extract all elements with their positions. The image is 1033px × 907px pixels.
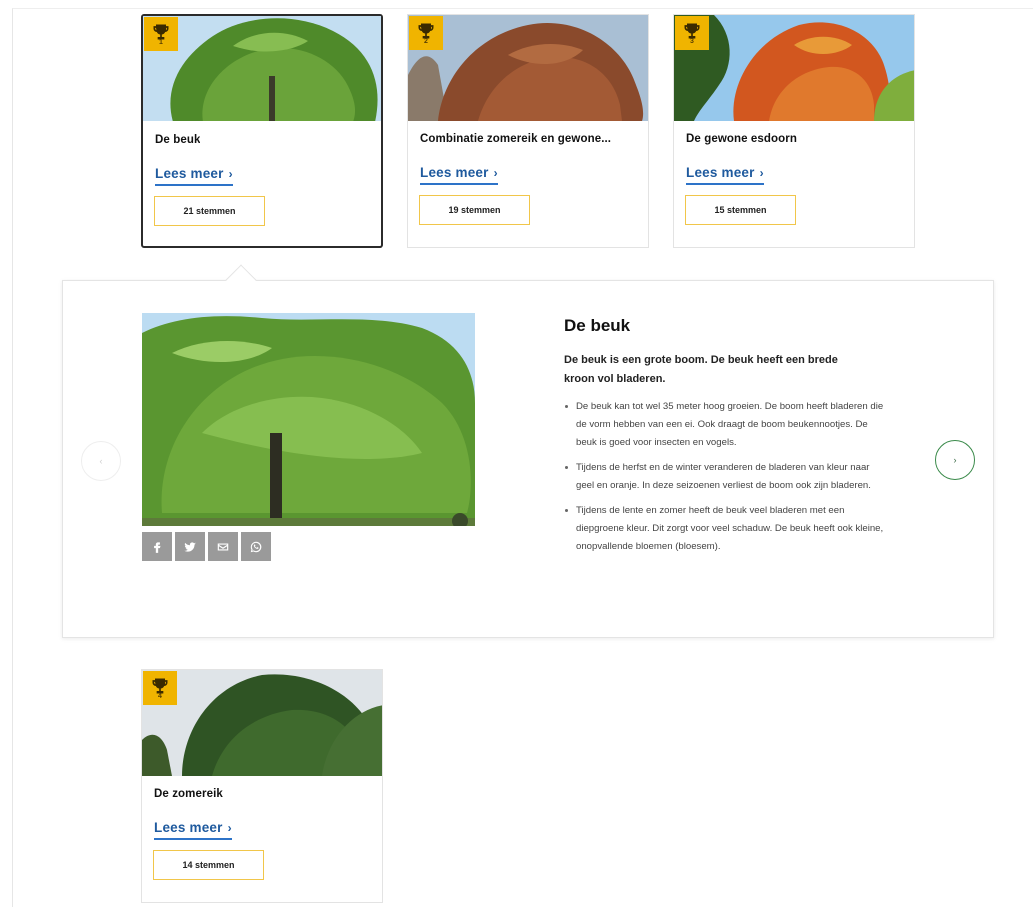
- tree-card-zomereik-combinatie[interactable]: 2 Combinatie zomereik en gewone... Lees …: [407, 14, 649, 248]
- read-more-link[interactable]: Lees meer ›: [155, 166, 233, 186]
- tree-card-gewone-esdoorn[interactable]: 3 De gewone esdoorn Lees meer › 15 stemme…: [673, 14, 915, 248]
- trophy-badge: 3: [675, 16, 709, 50]
- detail-title: De beuk: [564, 316, 631, 335]
- detail-fact: De beuk kan tot wel 35 meter hoog groeie…: [564, 398, 884, 452]
- card-image-combinatie: 2: [408, 15, 648, 121]
- detail-facts-list: De beuk kan tot wel 35 meter hoog groeie…: [564, 398, 884, 563]
- card-title: De gewone esdoorn: [686, 133, 797, 145]
- beech-tree-large-photo: [142, 313, 475, 526]
- read-more-link[interactable]: Lees meer ›: [686, 165, 764, 185]
- chevron-left-icon: ‹: [99, 456, 103, 466]
- card-image-esdoorn: 3: [674, 15, 914, 121]
- trophy-rank: 1: [159, 39, 163, 46]
- share-twitter-button[interactable]: [175, 532, 205, 561]
- beech-tree-photo: [143, 16, 381, 121]
- trophy-badge: 1: [144, 17, 178, 51]
- whatsapp-icon: [250, 541, 262, 552]
- card-title: De zomereik: [154, 788, 223, 800]
- read-more-label: Lees meer: [154, 820, 223, 835]
- chevron-right-icon: ›: [493, 166, 498, 180]
- trophy-badge: 2: [409, 16, 443, 50]
- tree-card-beuk[interactable]: 1 De beuk Lees meer › 21 stemmen: [141, 14, 383, 248]
- next-button[interactable]: ›: [935, 440, 975, 480]
- vote-button[interactable]: 21 stemmen: [154, 196, 265, 226]
- share-email-button[interactable]: [208, 532, 238, 561]
- trophy-rank: 3: [690, 38, 694, 45]
- detail-fact: Tijdens de herfst en de winter verandere…: [564, 459, 884, 495]
- tree-detail-panel: De beuk De beuk is een grote boom. De be…: [62, 280, 994, 638]
- trophy-rank: 4: [158, 693, 162, 700]
- vote-button[interactable]: 19 stemmen: [419, 195, 530, 225]
- chevron-right-icon: ›: [953, 455, 957, 465]
- card-image-zomereik: 4: [142, 670, 382, 776]
- share-whatsapp-button[interactable]: [241, 532, 271, 561]
- maple-tree-photo: [674, 15, 914, 121]
- share-facebook-button[interactable]: [142, 532, 172, 561]
- oak-tree-photo: [142, 670, 382, 776]
- card-title: Combinatie zomereik en gewone...: [420, 133, 612, 145]
- card-title: De beuk: [155, 134, 201, 146]
- read-more-link[interactable]: Lees meer ›: [420, 165, 498, 185]
- read-more-link[interactable]: Lees meer ›: [154, 820, 232, 840]
- chevron-right-icon: ›: [759, 166, 764, 180]
- email-icon: [217, 543, 229, 550]
- twitter-icon: [184, 541, 196, 552]
- chevron-right-icon: ›: [227, 821, 232, 835]
- share-buttons: [142, 532, 271, 561]
- detail-intro: De beuk is een grote boom. De beuk heeft…: [564, 354, 838, 385]
- read-more-label: Lees meer: [686, 165, 755, 180]
- read-more-label: Lees meer: [420, 165, 489, 180]
- facebook-icon: [154, 541, 161, 553]
- tree-card-zomereik[interactable]: 4 De zomereik Lees meer › 14 stemmen: [141, 669, 383, 903]
- detail-image: [142, 313, 475, 526]
- previous-button[interactable]: ‹: [81, 441, 121, 481]
- vote-button[interactable]: 14 stemmen: [153, 850, 264, 880]
- card-image-beuk: 1: [143, 16, 381, 121]
- chevron-right-icon: ›: [228, 167, 233, 181]
- read-more-label: Lees meer: [155, 166, 224, 181]
- trophy-rank: 2: [424, 38, 428, 45]
- vote-button[interactable]: 15 stemmen: [685, 195, 796, 225]
- detail-fact: Tijdens de lente en zomer heeft de beuk …: [564, 502, 884, 556]
- oak-combination-photo: [408, 15, 648, 121]
- trophy-badge: 4: [143, 671, 177, 705]
